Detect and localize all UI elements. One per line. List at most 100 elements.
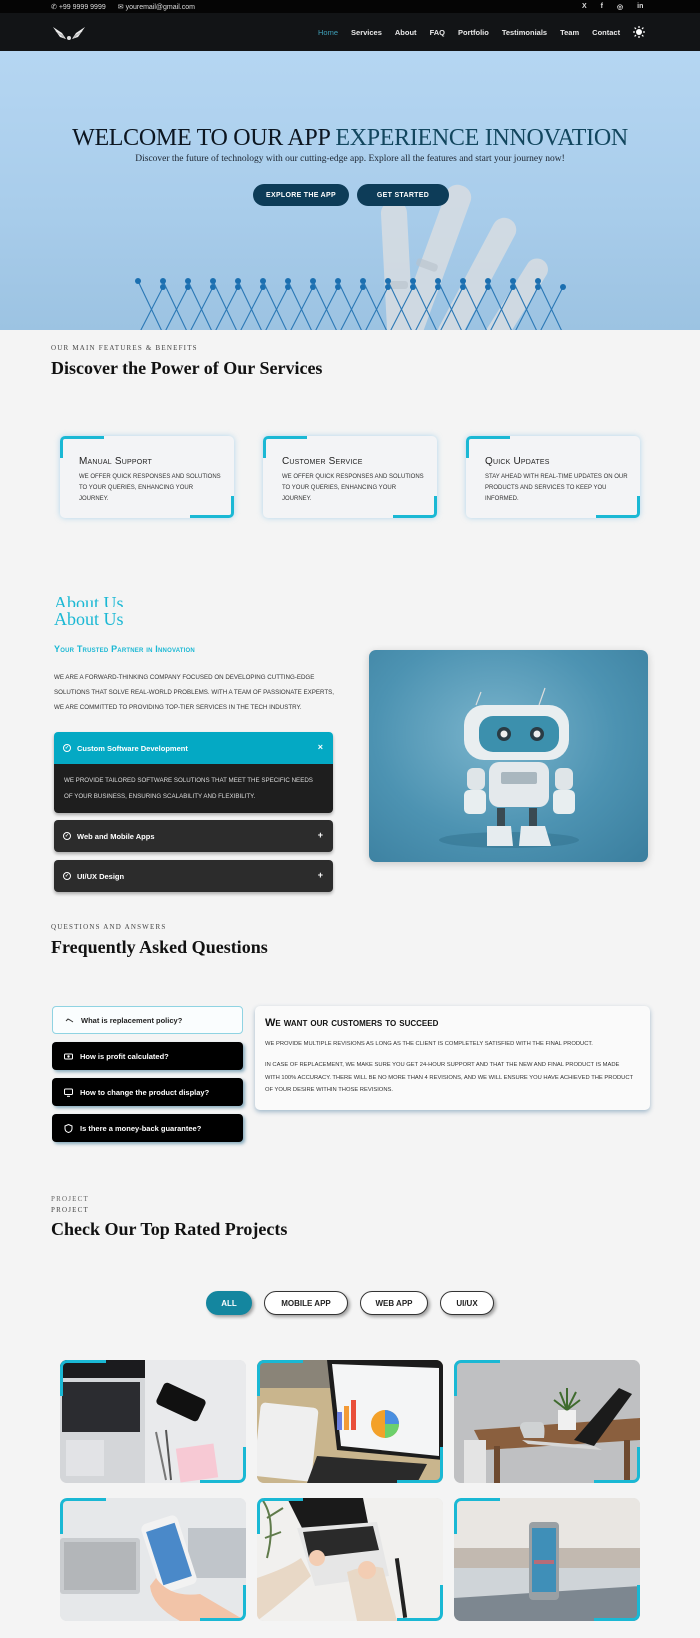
service-card-text: Stay ahead with real-time updates on our… [485, 474, 628, 502]
card-corner-accent [594, 1585, 640, 1621]
lattice-dot [360, 278, 366, 284]
project-card-hand-holding-phone[interactable] [60, 1498, 246, 1621]
close-icon[interactable]: × [318, 742, 323, 752]
accordion-header[interactable]: ✓ Custom Software Development × [54, 732, 333, 764]
nav-contact[interactable]: Contact [592, 28, 620, 37]
card-corner-accent [263, 436, 307, 458]
project-card-laptop-charts-tablet[interactable] [257, 1360, 443, 1483]
lattice-dot [435, 278, 441, 284]
about-ghost-title: About Us [54, 593, 124, 607]
lattice-line [362, 280, 387, 330]
card-corner-accent [594, 1447, 640, 1483]
accordion-header[interactable]: ✓ UI/UX Design + [54, 860, 333, 892]
card-corner-accent [60, 1360, 106, 1396]
instagram-icon[interactable]: ◎ [617, 3, 623, 11]
main-navbar: Home Services About FAQ Portfolio Testim… [0, 13, 700, 51]
card-corner-accent [60, 1498, 106, 1534]
wings-logo[interactable] [52, 25, 86, 41]
project-card-laptop-phone-desk[interactable] [60, 1360, 246, 1483]
lattice-dot [285, 278, 291, 284]
lattice-line [512, 280, 537, 330]
lattice-line [412, 280, 437, 330]
lattice-dot [235, 278, 241, 284]
linkedin-icon[interactable]: in [637, 3, 643, 11]
faq-answer-panel: We want our customers to succeed We prov… [255, 1006, 650, 1110]
service-card: Quick Updates Stay ahead with real-time … [466, 436, 640, 518]
nav-portfolio[interactable]: Portfolio [458, 28, 489, 37]
project-card-laptop-table-plant[interactable] [454, 1360, 640, 1483]
lattice-dot [160, 278, 166, 284]
hero-section: WELCOME TO OUR APP EXPERIENCE INNOVATION… [0, 51, 700, 330]
lattice-line [312, 280, 337, 330]
email-address: youremail@gmail.com [125, 3, 195, 11]
filter-all[interactable]: ALL [206, 1291, 252, 1315]
filter-uiux[interactable]: UI/UX [440, 1291, 494, 1315]
hero-subtitle: Discover the future of technology with o… [135, 154, 565, 164]
handshake-icon [65, 1017, 74, 1022]
projects-eyebrow-ghost: PROJECT [51, 1195, 89, 1201]
phone-icon: ✆ [51, 3, 57, 11]
service-card-title: Manual Support [79, 456, 152, 467]
facebook-icon[interactable]: f [601, 3, 603, 11]
nav-home[interactable]: Home [318, 28, 338, 37]
faq-question-text: How to change the product display? [80, 1087, 210, 1097]
lattice-dot [260, 278, 266, 284]
sun-icon[interactable] [633, 26, 645, 38]
nav-team[interactable]: Team [560, 28, 579, 37]
lattice-dot [135, 278, 141, 284]
monitor-icon [64, 1088, 73, 1097]
get-started-button[interactable]: GET STARTED [357, 184, 449, 206]
nav-testimonials[interactable]: Testimonials [502, 28, 547, 37]
filter-web-app[interactable]: WEB APP [360, 1291, 428, 1315]
lattice-line [487, 280, 512, 330]
project-card-phone-on-table[interactable] [454, 1498, 640, 1621]
lattice-dot [310, 278, 316, 284]
lattice-dot [460, 278, 466, 284]
faq-question[interactable]: How to change the product display? [52, 1078, 243, 1106]
hero-buttons: EXPLORE THE APP GET STARTED [253, 184, 449, 206]
plus-icon[interactable]: + [318, 870, 323, 880]
nav-faq[interactable]: FAQ [430, 28, 445, 37]
service-card-title: Customer Service [282, 456, 363, 467]
contact-info: ✆ +99 9999 9999 ✉ youremail@gmail.com [51, 3, 195, 11]
about-title: About Us [54, 609, 124, 629]
faq-question[interactable]: What is replacement policy? [52, 1006, 243, 1034]
lattice-dot [210, 278, 216, 284]
projects-eyebrow: PROJECT [51, 1206, 89, 1214]
accordion-header[interactable]: ✓ Web and Mobile Apps + [54, 820, 333, 852]
service-card: Customer Service We offer quick response… [263, 436, 437, 518]
accordion-item-web-mobile: ✓ Web and Mobile Apps + [54, 820, 333, 852]
faq-title: Frequently Asked Questions [51, 937, 268, 957]
faq-question[interactable]: Is there a money-back guarantee? [52, 1114, 243, 1142]
lattice-dot [185, 278, 191, 284]
accordion-title: Web and Mobile Apps [77, 831, 155, 841]
hero-title-main: WELCOME TO OUR APP [72, 125, 336, 151]
project-card-typing-on-laptop[interactable] [257, 1498, 443, 1621]
lattice-dot [510, 278, 516, 284]
filter-mobile-app[interactable]: MOBILE APP [264, 1291, 348, 1315]
phone-link[interactable]: ✆ +99 9999 9999 [51, 3, 106, 11]
nav-menu: Home Services About FAQ Portfolio Testim… [318, 13, 620, 51]
explore-app-button[interactable]: EXPLORE THE APP [253, 184, 349, 206]
projects-title: Check Our Top Rated Projects [51, 1219, 288, 1239]
nav-about[interactable]: About [395, 28, 417, 37]
plus-icon[interactable]: + [318, 830, 323, 840]
card-corner-accent [200, 1447, 246, 1483]
card-corner-accent [454, 1360, 500, 1396]
faq-question-text: How is profit calculated? [80, 1051, 169, 1061]
lattice-line [162, 280, 187, 330]
service-card: Manual Support We offer quick responses … [60, 436, 234, 518]
faq-question[interactable]: How is profit calculated? [52, 1042, 243, 1070]
check-circle-icon: ✓ [63, 744, 71, 752]
lattice-line [137, 280, 162, 330]
email-link[interactable]: ✉ youremail@gmail.com [118, 3, 195, 11]
money-icon [64, 1053, 73, 1059]
top-bar: ✆ +99 9999 9999 ✉ youremail@gmail.com X … [0, 0, 700, 13]
card-corner-accent [454, 1498, 500, 1534]
social-links: X f ◎ in [582, 3, 643, 11]
card-corner-accent [257, 1498, 303, 1534]
accordion-title: UI/UX Design [77, 871, 125, 881]
x-icon[interactable]: X [582, 3, 587, 11]
accordion-title: Custom Software Development [77, 743, 188, 753]
nav-services[interactable]: Services [351, 28, 382, 37]
